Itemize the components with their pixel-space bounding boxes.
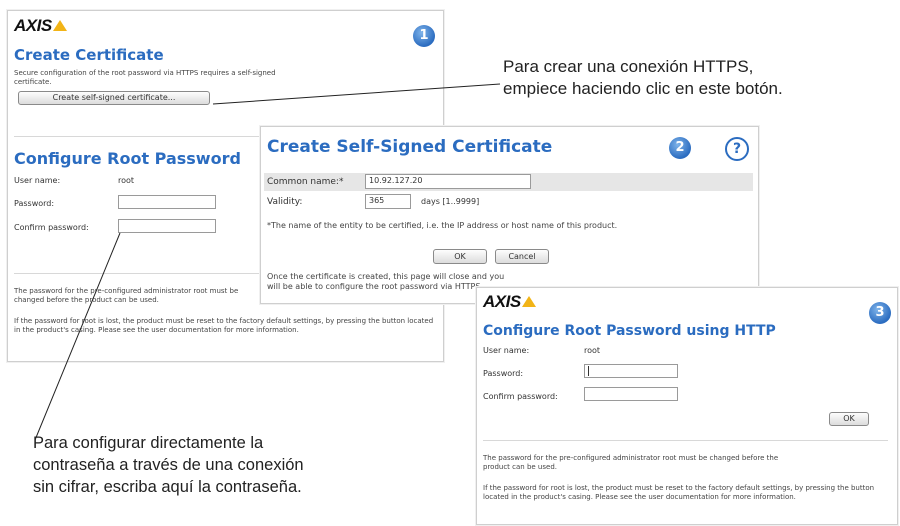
annotation-https: Para crear una conexión HTTPS, empiece h…: [503, 56, 783, 100]
annotation-plain-line-3: sin cifrar, escriba aquí la contraseña.: [33, 478, 302, 496]
callout-line-https: [212, 83, 501, 105]
annotation-plain-line-1: Para configurar directamente la: [33, 434, 264, 452]
annotation-plain-password: Para configurar directamente la contrase…: [33, 432, 304, 498]
annotation-plain-line-2: contraseña a través de una conexión: [33, 456, 304, 474]
annotation-https-line-1: Para crear una conexión HTTPS,: [503, 57, 754, 76]
callout-line-plain: [34, 232, 121, 441]
annotation-https-line-2: empiece haciendo clic en este botón.: [503, 79, 783, 98]
